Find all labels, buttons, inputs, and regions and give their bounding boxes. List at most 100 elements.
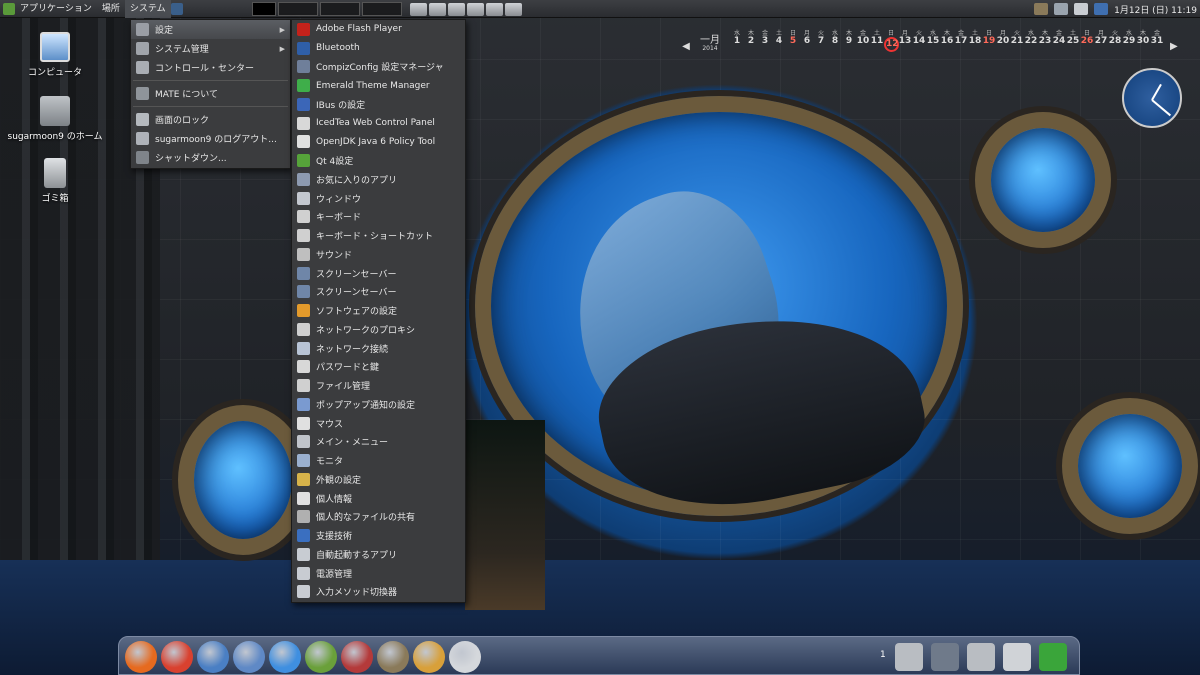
calendar-day[interactable]: 土4 xyxy=(772,30,786,52)
system-menu-item[interactable]: MATE について xyxy=(131,84,290,103)
workspace-3[interactable] xyxy=(320,2,360,16)
settings-menu-item[interactable]: パスワードと鍵 xyxy=(292,358,465,377)
fox-cat-icon[interactable] xyxy=(413,641,445,673)
settings-menu-item[interactable]: キーボード xyxy=(292,208,465,227)
launcher-icon[interactable] xyxy=(410,3,427,16)
launcher-icon[interactable] xyxy=(448,3,465,16)
settings-menu-item[interactable]: Bluetooth xyxy=(292,39,465,58)
chrome-icon[interactable] xyxy=(161,641,193,673)
system-menu[interactable]: システム xyxy=(124,0,171,18)
calendar-day[interactable]: 土 25 xyxy=(1066,30,1080,52)
settings-menu-item[interactable]: ポップアップ通知の設定 xyxy=(292,395,465,414)
tray-user-icon[interactable] xyxy=(1094,3,1109,15)
settings-menu-item[interactable]: ネットワーク接続 xyxy=(292,339,465,358)
launcher-icon[interactable] xyxy=(486,3,503,16)
calendar-day[interactable]: 火 14 xyxy=(912,30,926,52)
workspace-4[interactable] xyxy=(362,2,402,16)
calendar-day[interactable]: 木9 xyxy=(842,30,856,52)
package-icon[interactable] xyxy=(341,641,373,673)
applications-menu[interactable]: アプリケーション xyxy=(15,0,97,18)
calendar-day[interactable]: 火 21 xyxy=(1010,30,1024,52)
dragon-icon[interactable] xyxy=(233,641,265,673)
workspace-1[interactable] xyxy=(252,2,276,16)
folder-camera-icon[interactable] xyxy=(895,643,923,671)
calendar-day[interactable]: 日 26 xyxy=(1080,30,1094,52)
panel-clock[interactable]: 1月12日 (日) 11:19 xyxy=(1114,3,1197,16)
home-folder-dock-icon[interactable] xyxy=(967,643,995,671)
gimp-icon[interactable] xyxy=(377,641,409,673)
calendar-next-icon[interactable]: ▶ xyxy=(1170,41,1178,52)
calendar-day[interactable]: 水 29 xyxy=(1122,30,1136,52)
dropbox-icon[interactable] xyxy=(269,641,301,673)
system-menu-item[interactable]: 設定 ▶ xyxy=(131,20,290,39)
settings-menu-item[interactable]: ネットワークのプロキシ xyxy=(292,320,465,339)
calendar-day[interactable]: 日 12 xyxy=(884,30,899,52)
settings-menu-item[interactable]: メイン・メニュー xyxy=(292,433,465,452)
firefox-icon[interactable] xyxy=(125,641,157,673)
launcher-icon[interactable] xyxy=(505,3,522,16)
desktop-icon-trash[interactable]: ゴミ箱 xyxy=(5,158,105,204)
settings-menu-item[interactable]: キーボード・ショートカット xyxy=(292,226,465,245)
screen-icon[interactable] xyxy=(931,643,959,671)
thunderbird-icon[interactable] xyxy=(197,641,229,673)
calendar-day[interactable]: 水8 xyxy=(828,30,842,52)
calendar-day[interactable]: 木 16 xyxy=(940,30,954,52)
calendar-day[interactable]: 金3 xyxy=(758,30,772,52)
calendar-day[interactable]: 水 22 xyxy=(1024,30,1038,52)
settings-menu-item[interactable]: 自動起動するアプリ xyxy=(292,545,465,564)
system-menu-item[interactable]: コントロール・センター xyxy=(131,58,290,77)
settings-menu-item[interactable]: ファイル管理 xyxy=(292,376,465,395)
settings-menu-item[interactable]: IcedTea Web Control Panel xyxy=(292,114,465,133)
network-status-icon[interactable] xyxy=(170,2,183,15)
calendar-day[interactable]: 金 31 xyxy=(1150,30,1164,52)
calendar-day[interactable]: 木 23 xyxy=(1038,30,1052,52)
calendar-day[interactable]: 日5 xyxy=(786,30,800,52)
gear-icon[interactable] xyxy=(449,641,481,673)
calendar-day[interactable]: 月 27 xyxy=(1094,30,1108,52)
calendar-day[interactable]: 火 28 xyxy=(1108,30,1122,52)
calendar-day[interactable]: 金 17 xyxy=(954,30,968,52)
calendar-day[interactable]: 水 15 xyxy=(926,30,940,52)
tray-network-icon[interactable] xyxy=(1054,3,1069,15)
settings-menu-item[interactable]: サウンド xyxy=(292,245,465,264)
calendar-day[interactable]: 木 30 xyxy=(1136,30,1150,52)
calendar-day[interactable]: 火7 xyxy=(814,30,828,52)
launcher-icon[interactable] xyxy=(467,3,484,16)
calendar-day[interactable]: 月 20 xyxy=(996,30,1010,52)
calendar-day[interactable]: 金 24 xyxy=(1052,30,1066,52)
settings-menu-item[interactable]: 個人情報 xyxy=(292,489,465,508)
settings-menu-item[interactable]: 入力メソッド切換器 xyxy=(292,583,465,602)
calendar-day[interactable]: 月 13 xyxy=(898,30,912,52)
exit-icon[interactable] xyxy=(1039,643,1067,671)
desktop-icon-home[interactable]: sugarmoon9 のホーム xyxy=(5,96,105,142)
calendar-day[interactable]: 日 19 xyxy=(982,30,996,52)
launcher-icon[interactable] xyxy=(429,3,446,16)
desktop-icon-computer[interactable]: コンピュータ xyxy=(5,32,105,78)
settings-menu-item[interactable]: ウィンドウ xyxy=(292,189,465,208)
settings-menu-item[interactable]: Emerald Theme Manager xyxy=(292,76,465,95)
settings-menu-item[interactable]: Qt 4設定 xyxy=(292,151,465,170)
settings-menu-item[interactable]: モニタ xyxy=(292,451,465,470)
settings-menu-item[interactable]: お気に入りのアプリ xyxy=(292,170,465,189)
settings-menu-item[interactable]: 支援技術 xyxy=(292,526,465,545)
system-menu-item[interactable]: 画面のロック xyxy=(131,110,290,129)
settings-menu-item[interactable]: OpenJDK Java 6 Policy Tool xyxy=(292,133,465,152)
settings-menu-item[interactable]: Adobe Flash Player xyxy=(292,20,465,39)
owl-icon[interactable] xyxy=(305,641,337,673)
tray-folder-icon[interactable] xyxy=(1074,3,1089,15)
calendar-day[interactable]: 月6 xyxy=(800,30,814,52)
settings-menu-item[interactable]: 個人的なファイルの共有 xyxy=(292,508,465,527)
settings-menu-item[interactable]: CompizConfig 設定マネージャ xyxy=(292,58,465,77)
settings-menu-item[interactable]: スクリーンセーバー xyxy=(292,264,465,283)
calendar-day[interactable]: 金 10 xyxy=(856,30,870,52)
places-menu[interactable]: 場所 xyxy=(97,0,125,18)
settings-menu-item[interactable]: 電源管理 xyxy=(292,564,465,583)
calendar-day[interactable]: 水1 xyxy=(730,30,744,52)
settings-menu-item[interactable]: ソフトウェアの設定 xyxy=(292,301,465,320)
system-menu-item[interactable]: シャットダウン... xyxy=(131,148,290,167)
calendar-day[interactable]: 土 11 xyxy=(870,30,884,52)
calendar-day[interactable]: 木2 xyxy=(744,30,758,52)
system-menu-item[interactable]: sugarmoon9 のログアウト... xyxy=(131,129,290,148)
calendar-prev-icon[interactable]: ◀ xyxy=(680,41,692,52)
speaker-icon[interactable] xyxy=(1003,643,1031,671)
